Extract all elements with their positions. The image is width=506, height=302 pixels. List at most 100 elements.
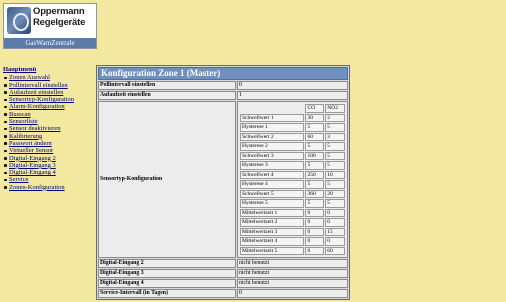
row-value: nicht benutzt [237,259,348,268]
co-value: 0 [305,227,325,236]
menu-link-virtueller-sensor[interactable]: Virtueller Sensor [9,147,53,154]
zone-config-table: Konfiguration Zone 1 (Master) Pollinterv… [97,66,349,299]
sensor-row: Hysterese 255 [240,142,345,151]
row-label: Service-Intervall (in Tagen) [98,289,236,298]
no2-value: 0 [325,218,345,227]
sensor-row: Schwellwert 3 100 5 [240,151,345,160]
menu-item: Digital-Eingang 2 [4,155,93,162]
no2-value: 5 [325,142,345,151]
sensor-param-label: Schwellwert 1 [240,113,305,122]
menu-link-aufaufzeit[interactable]: Aufaufzeit einstellen [9,89,63,96]
menu-link-zonen-konfiguration[interactable]: Zonen-Konfiguration [9,184,65,191]
row-label: Digital-Eingang 3 [98,269,236,278]
menu-link-passwort-aendern[interactable]: Passwort ändern [9,140,52,147]
co-value: 0 [305,208,325,217]
no2-value: 10 [325,170,345,179]
sensor-param-label: Hysterese 5 [240,199,305,208]
co-value: 5 [305,180,325,189]
menu-item: Aufaufzeit einstellen [4,89,93,96]
logo-subtitle: GasWarnZentrale [4,38,96,48]
logo-line-2: Regelgeräte [33,17,86,28]
menu-link-sensorliste[interactable]: Sensorliste [9,118,38,125]
menu-link-pollintervall[interactable]: Pollintervall einstellen [9,82,68,89]
sensor-row: Hysterese 455 [240,180,345,189]
menu-link-service[interactable]: Service [9,176,29,183]
co-value: 0 [305,237,325,246]
sensor-row: Hysterese 155 [240,123,345,132]
row-value: 0 [237,289,348,298]
sensor-config-cell: CO NO2 Schwellwert 1 30 2 Hysterese 155 Sc… [237,101,348,258]
table-row: Digital-Eingang 2 nicht benutzt [98,259,348,268]
sensor-param-label: Mittelwertzeit 5 [240,246,305,255]
co-value: 100 [305,151,325,160]
menu-link-digital-eingang-2[interactable]: Digital-Eingang 2 [9,155,56,162]
sensor-param-label: Schwellwert 2 [240,132,305,141]
no2-value: 2 [325,113,345,122]
menu-item: Kalibrierung [4,133,93,140]
logo-emblem-icon [7,7,31,34]
menu-item: Sensor deaktivieren [4,125,93,132]
table-row: Sensortyp-Konfiguration CO NO2 Schwellwe… [98,101,348,258]
menu-link-digital-eingang-4[interactable]: Digital-Eingang 4 [9,169,56,176]
sensor-param-label: Mittelwertzeit 3 [240,227,305,236]
table-row: Aufaufzeit einstellen 1 [98,91,348,100]
menu-item: Service [4,176,93,183]
sensor-row: Mittelwertzeit 5 0 60 [240,246,345,255]
row-value: 0 [237,81,348,90]
menu-item: Zonen Auswahl [4,74,93,81]
no2-value: 20 [325,189,345,198]
menu-link-kalibrierung[interactable]: Kalibrierung [9,133,42,140]
logo-line-1: Oppermann [33,6,85,17]
co-value: 5 [305,199,325,208]
co-value: 360 [305,189,325,198]
sensor-param-label: Hysterese 4 [240,180,305,189]
no2-value: 0 [325,237,345,246]
menu-link-digital-eingang-3[interactable]: Digital-Eingang 3 [9,162,56,169]
menu-item: Virtueller Sensor [4,147,93,154]
co-value: 5 [305,161,325,170]
menu-link-busscan[interactable]: Busscan [9,111,31,118]
sensor-row: Mittelwertzeit 200 [240,218,345,227]
menu-link-sensor-deaktivieren[interactable]: Sensor deaktivieren [9,125,60,132]
menu-item: Digital-Eingang 4 [4,169,93,176]
no2-value: 0 [325,208,345,217]
table-row: Pollintervall einstellen 0 [98,81,348,90]
row-label: Sensortyp-Konfiguration [98,101,236,258]
row-label: Aufaufzeit einstellen [98,91,236,100]
column-header-no2: NO2 [325,104,345,113]
menu-link-sensortyp-konfiguration[interactable]: Sensortyp-Konfiguration [9,96,74,103]
no2-value: 5 [325,180,345,189]
sensor-param-label: Hysterese 2 [240,142,305,151]
table-row: Digital-Eingang 3 nicht benutzt [98,269,348,278]
zone-config-panel: Konfiguration Zone 1 (Master) Pollinterv… [96,65,350,300]
sensor-param-label: Schwellwert 4 [240,170,305,179]
logo-name: Oppermann Regelgeräte [33,6,95,28]
sensor-row: Schwellwert 4 250 10 [240,170,345,179]
co-value: 250 [305,170,325,179]
table-row: Service-Intervall (in Tagen) 0 [98,289,348,298]
column-header-co: CO [305,104,325,113]
co-value: 5 [305,123,325,132]
sensor-config-table: CO NO2 Schwellwert 1 30 2 Hysterese 155 Sc… [239,103,346,256]
sensor-row: Schwellwert 5 360 20 [240,189,345,198]
co-value: 5 [305,142,325,151]
sensor-row: Schwellwert 1 30 2 [240,113,345,122]
no2-value: 60 [325,246,345,255]
no2-value: 5 [325,151,345,160]
menu-item: Busscan [4,111,93,118]
row-value: nicht benutzt [237,279,348,288]
sensor-param-label: Hysterese 3 [240,161,305,170]
sensor-row: Schwellwert 2 60 3 [240,132,345,141]
menu-link-zonen-auswahl[interactable]: Zonen Auswahl [9,74,50,81]
row-label: Digital-Eingang 2 [98,259,236,268]
no2-value: 5 [325,161,345,170]
company-logo: Oppermann Regelgeräte GasWarnZentrale [3,3,97,49]
row-value: 1 [237,91,348,100]
menu-item: Passwort ändern [4,140,93,147]
no2-value: 3 [325,132,345,141]
sensor-row: Mittelwertzeit 400 [240,237,345,246]
no2-value: 15 [325,227,345,236]
co-value: 30 [305,113,325,122]
sensor-param-label: Schwellwert 5 [240,189,305,198]
menu-link-alarm-konfiguration[interactable]: Alarm-Konfiguration [9,103,65,110]
